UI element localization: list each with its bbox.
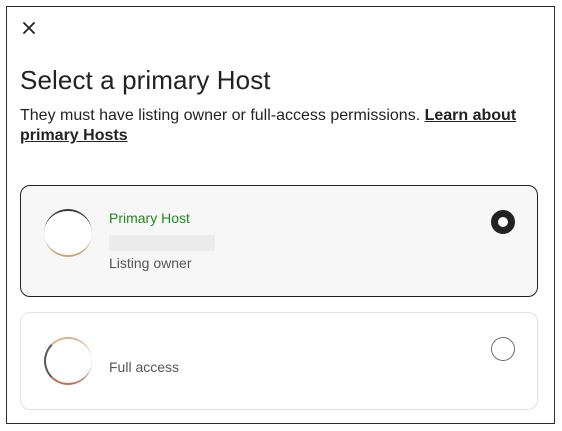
modal-title: Select a primary Host [20,65,271,95]
host-option-primary[interactable]: Primary Host Listing owner [20,185,538,297]
host-option-full-access[interactable]: Full access [20,312,538,410]
avatar [44,209,92,257]
close-button[interactable] [20,19,38,37]
modal-subtitle: They must have listing owner or full-acc… [20,106,540,146]
select-primary-host-modal: Select a primary Host They must have lis… [6,6,555,424]
subtitle-text: They must have listing owner or full-acc… [20,107,425,124]
close-icon [23,22,35,34]
radio-selected[interactable] [491,210,515,234]
permission-label: Listing owner [109,255,192,271]
primary-host-tag: Primary Host [109,210,190,226]
radio-unselected[interactable] [491,337,515,361]
avatar [44,337,92,385]
host-name-redacted [109,235,215,251]
permission-label: Full access [109,359,180,375]
